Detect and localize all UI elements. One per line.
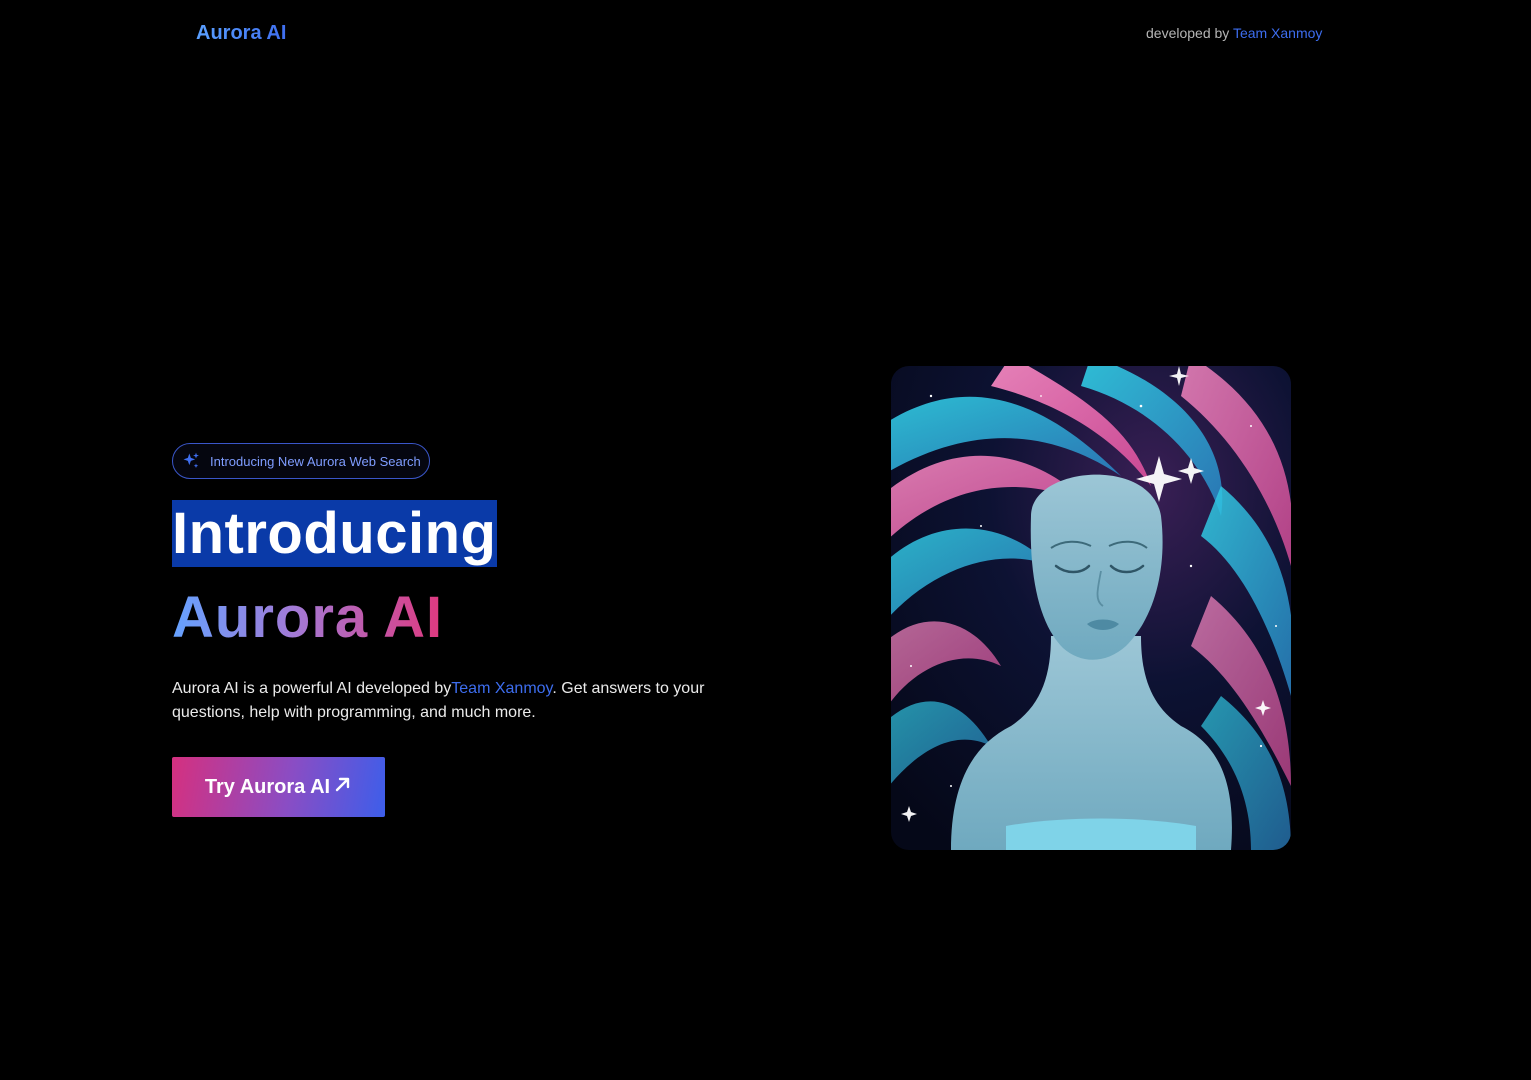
headline-aurora-ai: Aurora AI <box>172 583 444 653</box>
landing-page: Aurora AI developed by Team Xanmoy Intro… <box>0 0 1531 1080</box>
sparkles-icon <box>181 451 201 471</box>
cta-label: Try Aurora AI <box>204 775 331 798</box>
try-aurora-button[interactable]: Try Aurora AI <box>172 757 385 817</box>
announcement-pill[interactable]: Introducing New Aurora Web Search <box>172 443 430 479</box>
credit-prefix: developed by <box>1146 25 1230 41</box>
description-team-link[interactable]: Team Xanmoy <box>451 680 552 697</box>
hero-illustration <box>891 366 1291 850</box>
description-text-before: Aurora AI is a powerful AI developed by <box>172 680 452 697</box>
brand-logo[interactable]: Aurora AI <box>196 22 286 45</box>
hero-text: Introducing New Aurora Web Search Introd… <box>172 443 772 817</box>
developer-credit: developed by Team Xanmoy <box>1146 25 1322 41</box>
headline-introducing: Introducing <box>172 500 498 567</box>
arrow-up-right-icon <box>334 775 352 799</box>
hero-description: Aurora AI is a powerful AI developed byT… <box>172 677 762 725</box>
team-xanmoy-link[interactable]: Team Xanmoy <box>1233 25 1322 41</box>
pill-label: Introducing New Aurora Web Search <box>210 453 421 469</box>
